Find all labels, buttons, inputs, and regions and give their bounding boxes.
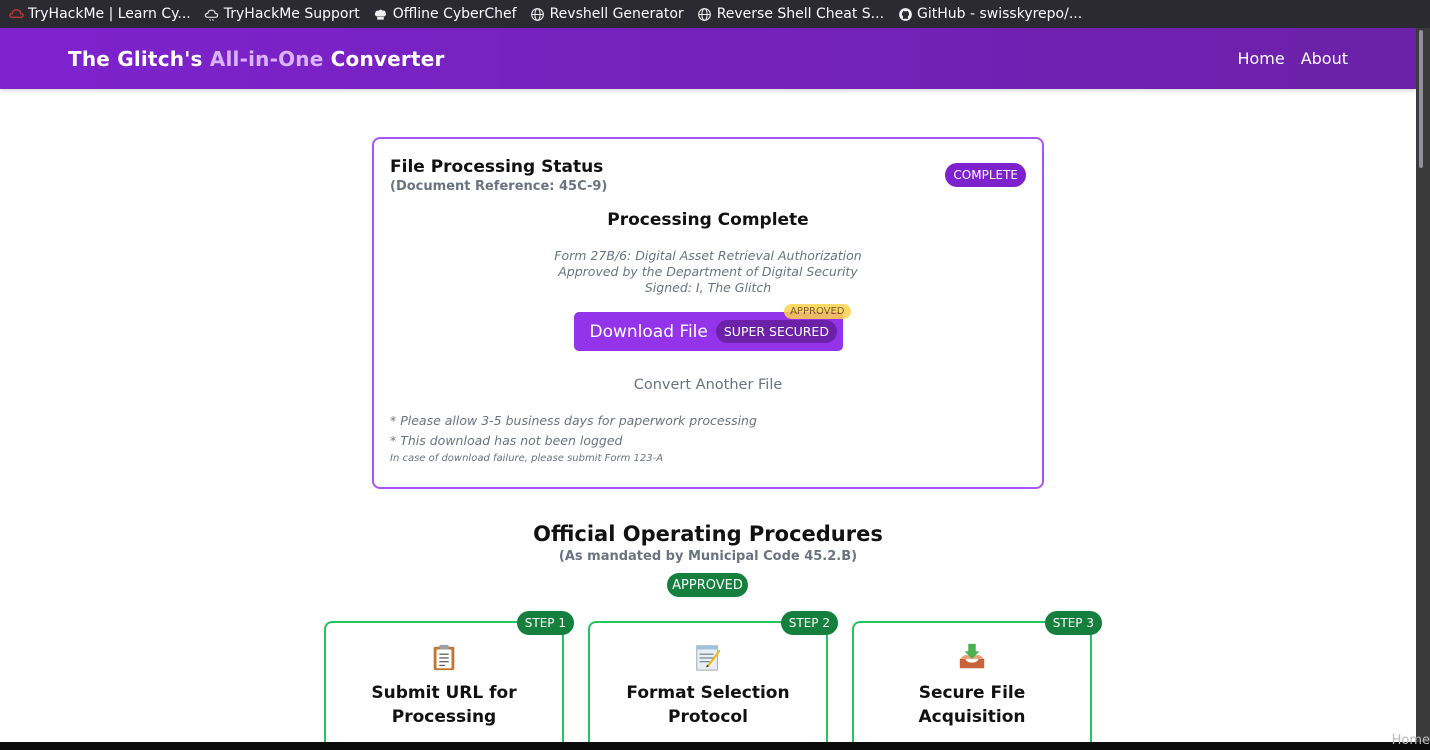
brand-accent: All-in-One bbox=[209, 46, 324, 71]
bookmark-label: TryHackMe | Learn Cy... bbox=[28, 6, 191, 22]
form-line: Form 27B/6: Digital Asset Retrieval Auth… bbox=[554, 248, 862, 263]
bookmark-label: TryHackMe Support bbox=[223, 6, 360, 22]
note-line: * Please allow 3-5 business days for pap… bbox=[390, 413, 757, 428]
brand-prefix: The Glitch's bbox=[68, 46, 210, 71]
file-status-card: File Processing Status (Document Referen… bbox=[372, 137, 1044, 489]
overlay-home-text: Home bbox=[1391, 733, 1430, 748]
download-label: Download File bbox=[589, 321, 708, 342]
bookmark-label: Revshell Generator bbox=[549, 6, 684, 22]
procedures-title: Official Operating Procedures bbox=[533, 522, 883, 546]
procedures-approved-badge: APPROVED bbox=[667, 573, 748, 597]
page-viewport: The Glitch's All-in-One Converter Home A… bbox=[0, 28, 1416, 742]
bookmark-tryhackme-support[interactable]: TryHackMe Support bbox=[204, 6, 360, 22]
step-card-3: STEP 3 Secure File Acquisition bbox=[852, 611, 1102, 742]
step-card-2: STEP 2 Format Selection Protocol bbox=[588, 611, 838, 742]
bookmark-reverse-shell-cheat-sheet[interactable]: Reverse Shell Cheat S... bbox=[697, 6, 884, 22]
inbox-download-icon bbox=[956, 641, 988, 673]
bookmark-label: Reverse Shell Cheat S... bbox=[716, 6, 885, 22]
step-card-1: STEP 1 Submit URL for Processing bbox=[324, 611, 574, 742]
bookmark-revshell-generator[interactable]: Revshell Generator bbox=[530, 6, 684, 22]
cloud-icon bbox=[204, 6, 220, 22]
github-icon bbox=[897, 6, 913, 22]
globe-icon bbox=[530, 6, 546, 22]
step-title: Submit URL for Processing bbox=[371, 683, 517, 727]
bookmark-cyberchef[interactable]: Offline CyberChef bbox=[373, 6, 517, 22]
nav-home-link[interactable]: Home bbox=[1237, 49, 1284, 68]
form-authorization: Form 27B/6: Digital Asset Retrieval Auth… bbox=[390, 248, 1026, 296]
step-badge: STEP 3 bbox=[1044, 611, 1102, 635]
bottom-strip bbox=[0, 742, 1430, 750]
download-area: Download File SUPER SECURED APPROVED bbox=[573, 304, 851, 351]
form-line: Approved by the Department of Digital Se… bbox=[558, 264, 858, 279]
approved-tag: APPROVED bbox=[784, 304, 851, 319]
chef-hat-icon bbox=[373, 6, 389, 22]
navbar: The Glitch's All-in-One Converter Home A… bbox=[0, 28, 1416, 89]
clipboard-icon bbox=[428, 641, 460, 673]
step-title: Secure File Acquisition bbox=[918, 683, 1026, 727]
small-note: In case of download failure, please subm… bbox=[390, 453, 664, 464]
processing-heading: Processing Complete bbox=[607, 210, 809, 230]
tryhackme-icon bbox=[8, 6, 24, 22]
bookmark-github-swisskyrepo[interactable]: GitHub - swisskyrepo/... bbox=[897, 6, 1082, 22]
super-secured-badge: SUPER SECURED bbox=[715, 320, 837, 343]
bookmark-tryhackme[interactable]: TryHackMe | Learn Cy... bbox=[8, 6, 191, 22]
convert-another-link[interactable]: Convert Another File bbox=[390, 377, 1026, 393]
brand-title[interactable]: The Glitch's All-in-One Converter bbox=[68, 47, 445, 71]
document-reference: (Document Reference: 45C-9) bbox=[390, 179, 608, 194]
memo-icon bbox=[692, 641, 724, 673]
status-badge: COMPLETE bbox=[945, 163, 1026, 187]
step-badge: STEP 1 bbox=[516, 611, 574, 635]
form-line: Signed: I, The Glitch bbox=[644, 280, 772, 295]
notes: * Please allow 3-5 business days for pap… bbox=[390, 411, 1026, 464]
step-title: Format Selection Protocol bbox=[626, 683, 790, 727]
bookmarks-bar: TryHackMe | Learn Cy... TryHackMe Suppor… bbox=[0, 0, 1430, 28]
bookmark-label: GitHub - swisskyrepo/... bbox=[917, 6, 1083, 22]
nav-links: Home About bbox=[1237, 49, 1348, 68]
nav-about-link[interactable]: About bbox=[1301, 49, 1348, 68]
scrollbar-thumb[interactable] bbox=[1419, 30, 1423, 168]
globe-icon bbox=[697, 6, 713, 22]
bookmark-label: Offline CyberChef bbox=[392, 6, 517, 22]
brand-suffix: Converter bbox=[323, 46, 445, 71]
step-badge: STEP 2 bbox=[780, 611, 838, 635]
page-scrollbar[interactable] bbox=[1416, 28, 1430, 742]
note-line: * This download has not been logged bbox=[390, 433, 623, 448]
status-title: File Processing Status bbox=[390, 157, 604, 177]
procedures-subtitle: (As mandated by Municipal Code 45.2.B) bbox=[558, 549, 858, 564]
